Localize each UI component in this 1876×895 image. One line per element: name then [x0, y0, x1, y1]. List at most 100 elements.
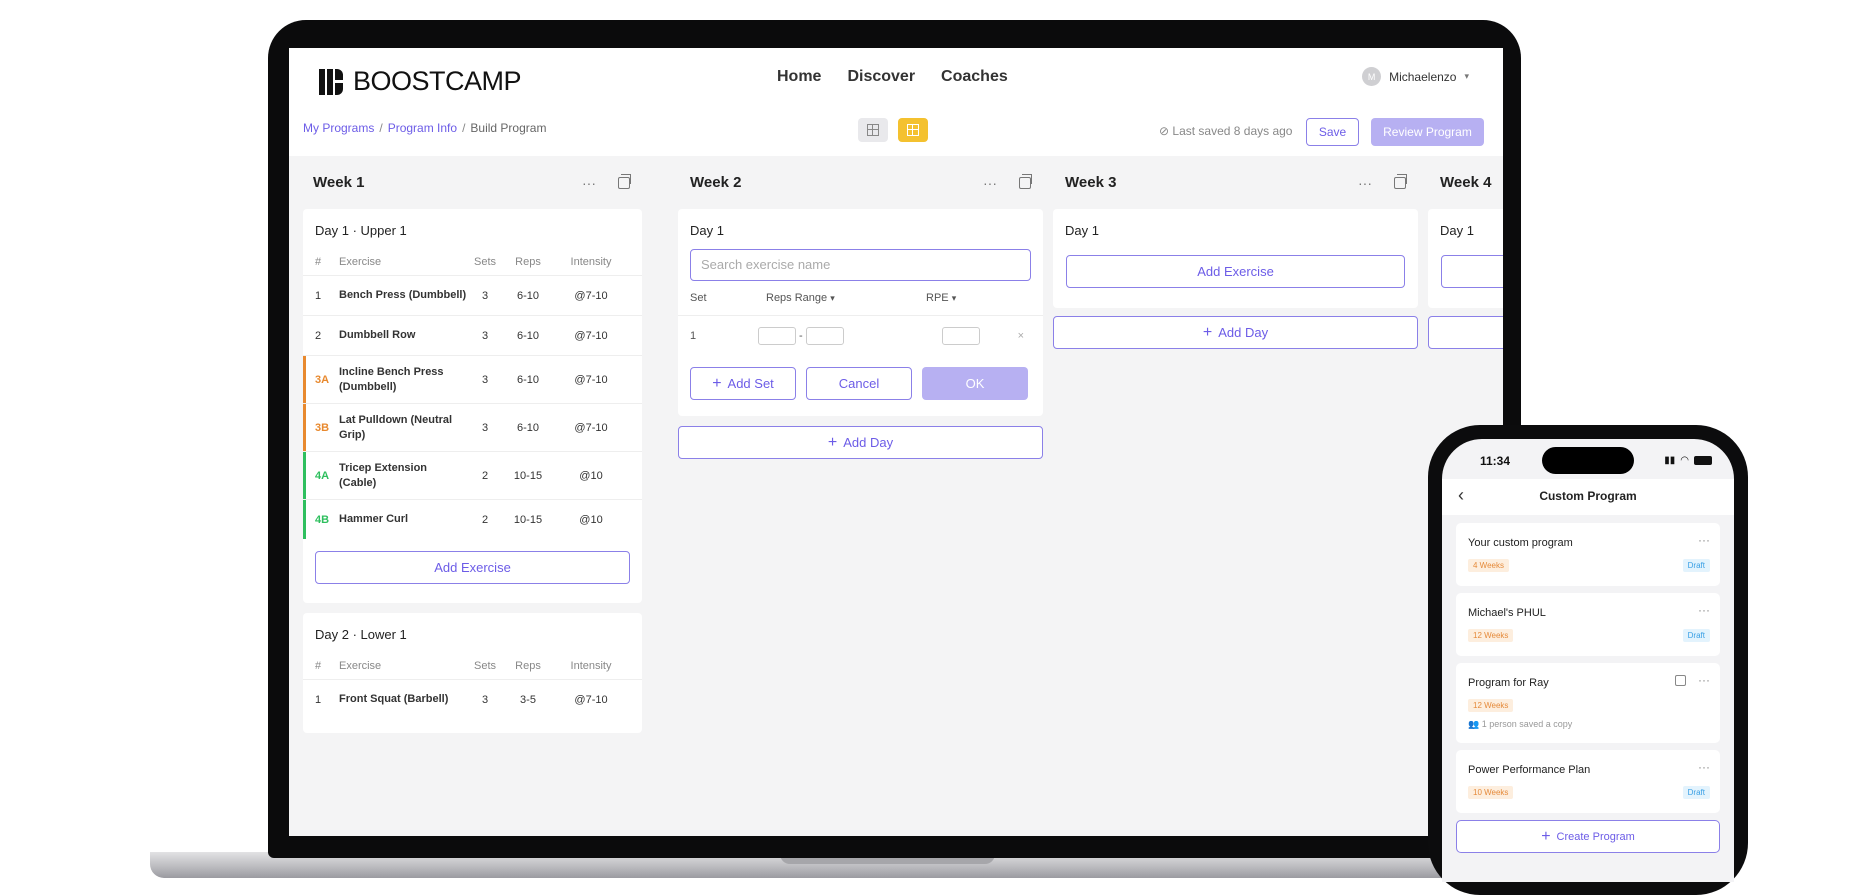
status-icons: ▮▮ ◠ [1664, 455, 1712, 466]
row-sets: 3 [481, 421, 489, 434]
add-day-label: Add Day [843, 435, 894, 450]
week-header: Week 4 [1428, 156, 1503, 209]
row-intensity: @7-10 [574, 373, 608, 386]
save-button[interactable]: Save [1306, 118, 1359, 146]
nav-home[interactable]: Home [777, 68, 821, 86]
more-options-icon[interactable]: ··· [1358, 175, 1372, 191]
breadcrumb: My Programs / Program Info / Build Program [303, 121, 546, 135]
table-header: # Exercise Sets Reps Intensity [303, 249, 642, 275]
row-reps: 6-10 [516, 373, 540, 386]
duplicate-icon[interactable] [1019, 173, 1032, 189]
col-intensity: Intensity [570, 660, 612, 672]
row-num: 3B [315, 421, 330, 434]
more-options-icon[interactable]: ··· [983, 175, 997, 191]
set-label: Set [690, 292, 707, 304]
status-badge: Draft [1682, 629, 1710, 642]
view-toggle [858, 118, 928, 142]
duplicate-icon[interactable] [1394, 173, 1407, 189]
main-nav: Home Discover Coaches [777, 68, 1008, 86]
chevron-down-icon: ▾ [830, 293, 835, 303]
last-saved-text: ⊘ Last saved 8 days ago [1159, 124, 1293, 138]
table-row[interactable]: 2 Dumbbell Row 3 6-10 @7-10 [303, 315, 642, 355]
more-options-icon[interactable]: ··· [1698, 673, 1710, 687]
day-card: Day 1 · Upper 1 # Exercise Sets Reps Int… [303, 209, 642, 603]
week-title: Week 2 [690, 174, 742, 191]
add-day-label: Add Day [1218, 325, 1269, 340]
program-card[interactable]: Program for Ray ··· 12 Weeks 👥 1 person … [1456, 663, 1720, 743]
more-options-icon[interactable]: ··· [1698, 603, 1710, 617]
more-options-icon[interactable]: ··· [582, 175, 596, 191]
row-reps: 10-15 [513, 469, 543, 482]
row-exercise: Tricep Extension (Cable) [339, 461, 428, 489]
ok-button[interactable]: OK [922, 367, 1028, 400]
add-day-button[interactable]: + Add Day [678, 426, 1043, 459]
search-exercise-input[interactable]: Search exercise name [690, 249, 1031, 281]
breadcrumb-separator: / [379, 121, 383, 135]
day-title: Day 1 [690, 223, 724, 238]
grid-view-button[interactable] [858, 118, 888, 142]
review-program-button[interactable]: Review Program [1371, 118, 1484, 146]
day-title: Day 2 · Lower 1 [315, 627, 407, 642]
add-exercise-button[interactable]: Add Exercise [315, 551, 630, 584]
table-row[interactable]: 4B Hammer Curl 2 10-15 @10 [303, 499, 642, 539]
board-view-button[interactable] [898, 118, 928, 142]
table-row[interactable]: 1 Front Squat (Barbell) 3 3-5 @7-10 [303, 679, 642, 719]
duplicate-icon[interactable] [618, 173, 631, 189]
add-exercise-button[interactable] [1441, 255, 1503, 288]
row-exercise: Incline Bench Press (Dumbbell) [339, 365, 444, 393]
add-day-button[interactable]: + Add Day [1053, 316, 1418, 349]
row-intensity: @7-10 [574, 421, 608, 434]
breadcrumb-build-program: Build Program [470, 121, 547, 135]
row-exercise: Lat Pulldown (Neutral Grip) [339, 413, 453, 441]
row-exercise: Front Squat (Barbell) [339, 693, 449, 705]
weeks-badge: 10 Weeks [1468, 786, 1514, 799]
more-options-icon[interactable]: ··· [1698, 760, 1710, 774]
nav-coaches[interactable]: Coaches [941, 68, 1008, 86]
program-card[interactable]: Power Performance Plan ··· 10 Weeks Draf… [1456, 750, 1720, 813]
row-sets: 2 [481, 513, 489, 526]
remove-set-icon[interactable]: × [1018, 330, 1024, 342]
set-row: 1 - × [678, 315, 1043, 355]
avatar: M [1362, 67, 1382, 86]
dash: - [799, 329, 803, 342]
week-column-2: Week 2 ··· Day 1 Search exercise name Se… [678, 156, 1043, 459]
table-row[interactable]: 1 Bench Press (Dumbbell) 3 6-10 @7-10 [303, 275, 642, 315]
breadcrumb-program-info[interactable]: Program Info [388, 121, 457, 135]
day-card: Day 1 [1428, 209, 1503, 308]
row-exercise: Bench Press (Dumbbell) [339, 289, 467, 301]
reps-range-dropdown[interactable]: Reps Range ▾ [766, 292, 926, 304]
rpe-dropdown[interactable]: RPE ▾ [926, 292, 956, 304]
col-num: # [315, 256, 322, 268]
col-num: # [315, 660, 322, 672]
create-program-label: Create Program [1556, 830, 1635, 843]
program-name: Program for Ray [1468, 677, 1549, 689]
reps-max-input[interactable] [805, 326, 844, 345]
table-row[interactable]: 3A Incline Bench Press (Dumbbell) 3 6-10… [303, 355, 642, 403]
program-card[interactable]: Your custom program ··· 4 Weeks Draft [1456, 523, 1720, 586]
breadcrumb-my-programs[interactable]: My Programs [303, 121, 374, 135]
program-name: Your custom program [1468, 537, 1573, 549]
add-exercise-button[interactable]: Add Exercise [1066, 255, 1405, 288]
add-day-button[interactable] [1428, 316, 1503, 349]
set-number: 1 [690, 329, 697, 342]
rpe-input[interactable] [941, 326, 980, 345]
row-num: 3A [315, 373, 330, 386]
create-program-button[interactable]: + Create Program [1456, 820, 1720, 853]
logo[interactable]: BOOSTCAMP [319, 66, 522, 97]
table-row[interactable]: 4A Tricep Extension (Cable) 2 10-15 @10 [303, 451, 642, 499]
add-set-button[interactable]: + Add Set [690, 367, 796, 400]
share-icon[interactable] [1675, 675, 1686, 686]
people-icon: 👥 [1468, 719, 1480, 729]
program-card[interactable]: Michael's PHUL ··· 12 Weeks Draft [1456, 593, 1720, 656]
reps-min-input[interactable] [758, 326, 796, 345]
week-column-3: Week 3 ··· Day 1 Add Exercise + Add Day [1053, 156, 1418, 349]
phone-header: ‹ Custom Program [1442, 479, 1734, 515]
row-reps: 6-10 [516, 329, 540, 342]
table-row[interactable]: 3B Lat Pulldown (Neutral Grip) 3 6-10 @7… [303, 403, 642, 451]
logo-text: BOOSTCAMP [353, 66, 522, 96]
nav-discover[interactable]: Discover [847, 68, 915, 86]
more-options-icon[interactable]: ··· [1698, 533, 1710, 547]
weeks-badge: 12 Weeks [1468, 629, 1514, 642]
user-menu[interactable]: M Michaelenzo ▾ [1362, 67, 1469, 86]
cancel-button[interactable]: Cancel [806, 367, 912, 400]
